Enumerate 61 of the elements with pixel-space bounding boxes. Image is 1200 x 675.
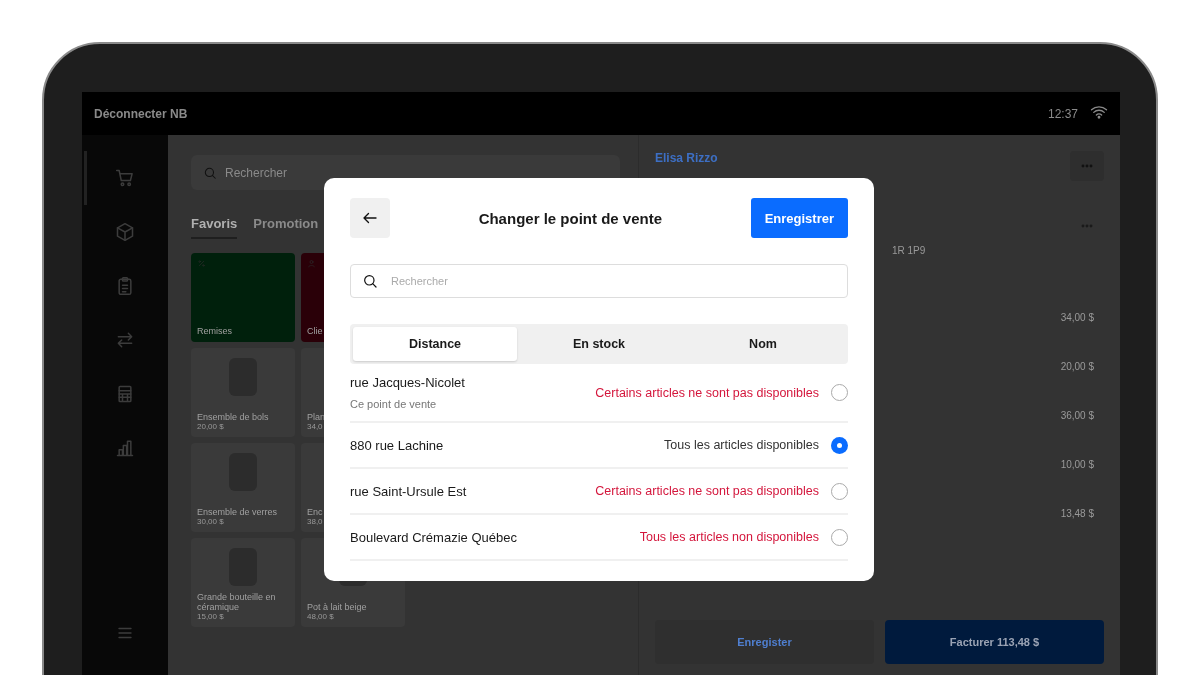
more-button[interactable]	[1070, 151, 1104, 181]
availability-text: Tous les articles disponibles	[664, 438, 819, 452]
customer-name[interactable]: Elisa Rizzo	[655, 151, 718, 165]
checkout-button[interactable]: Facturer 113,48 $	[885, 620, 1104, 664]
tile-label: Plan	[307, 412, 326, 422]
tile-price: 34,0	[307, 422, 324, 431]
save-button[interactable]: Enregister	[655, 620, 874, 664]
cart-icon	[115, 168, 135, 188]
location-name: 880 rue Lachine	[350, 437, 445, 453]
radio-button[interactable]	[831, 384, 848, 401]
product-tile[interactable]: Grande bouteille en céramique 15,00 $	[191, 538, 295, 627]
back-button[interactable]	[350, 198, 390, 238]
tile-label: Ensemble de bols	[197, 412, 270, 422]
radio-button[interactable]	[831, 528, 848, 546]
tile-label: Remises	[197, 326, 233, 336]
box-icon	[115, 222, 135, 242]
tile-label: Grande bouteille en céramique	[197, 592, 277, 612]
tile-price: 38,0	[307, 517, 324, 526]
logout-label: Déconnecter NB	[94, 106, 189, 121]
tile-price: 20,00 $	[197, 422, 225, 431]
search-field[interactable]: Rechercher	[350, 264, 848, 298]
tile-label: Enc	[307, 507, 324, 517]
clipboard-icon	[115, 276, 135, 296]
sort-segment[interactable]: Distance	[353, 327, 517, 361]
availability-text: Certains articles ne sont pas disponibles	[595, 484, 819, 498]
calculator-icon	[115, 384, 135, 404]
person-icon	[307, 259, 316, 268]
product-tile[interactable]: Ensemble de bols 20,00 $	[191, 348, 295, 437]
location-subtitle: Ce point de vente	[350, 398, 438, 410]
bar-chart-icon	[115, 438, 135, 458]
line-price: 34,00 $	[1060, 312, 1094, 323]
availability-text: Certains articles ne sont pas disponibles	[595, 385, 819, 400]
transfer-arrows-icon	[115, 330, 135, 350]
line-price: 13,48 $	[1060, 508, 1094, 519]
search-icon	[203, 165, 217, 180]
availability-text: Tous les articles non disponibles	[639, 530, 819, 544]
category-tab[interactable]: Favoris	[191, 216, 238, 239]
radio-button[interactable]	[831, 482, 848, 500]
sort-segment[interactable]: En stock	[517, 327, 681, 361]
line-price: 20,00 $	[1060, 361, 1094, 372]
line-price: 36,00 $	[1060, 410, 1094, 421]
address-text: 1R 1P9	[892, 245, 927, 256]
line-price: 10,00 $	[1060, 459, 1094, 470]
save-button[interactable]: Enregistrer	[750, 198, 848, 238]
tile-label: Ensemble de verres	[197, 507, 279, 517]
percent-icon	[197, 259, 206, 268]
search-icon	[362, 273, 378, 289]
location-name: rue Saint-Ursule Est	[350, 483, 468, 499]
sort-segment[interactable]: Nom	[681, 327, 845, 361]
location-name: rue Jacques-Nicolet	[350, 375, 466, 390]
tile-label: Pot à lait beige	[307, 602, 368, 612]
dialog-title: Changer le point de vente	[478, 209, 662, 227]
tile-label: Clie	[307, 326, 324, 336]
tile-price: 30,00 $	[197, 517, 225, 526]
tile-price: 15,00 $	[197, 612, 225, 621]
tile-price: 48,00 $	[307, 612, 335, 621]
radio-button[interactable]	[831, 436, 848, 454]
clock-time: 12:37	[1047, 106, 1078, 121]
product-tile[interactable]: Ensemble de verres 30,00 $	[191, 443, 295, 532]
category-tab[interactable]: Promotion	[253, 216, 319, 239]
shortcut-tile[interactable]: Remises	[191, 253, 295, 342]
